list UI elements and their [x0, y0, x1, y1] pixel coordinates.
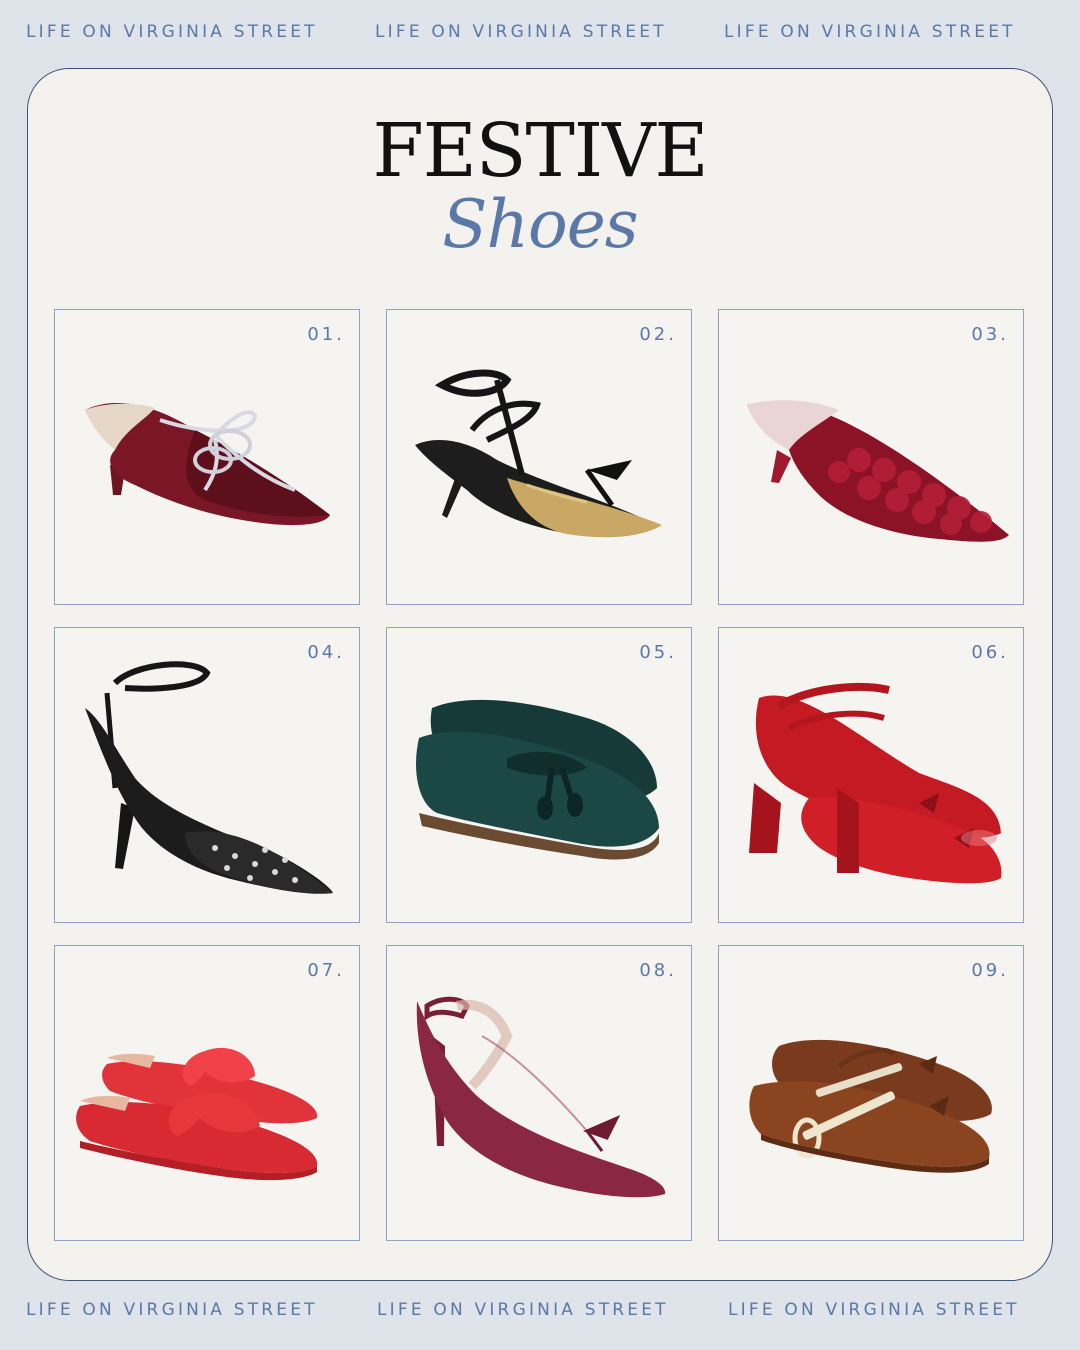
watermark-text: LIFE ON VIRGINIA STREET [377, 1300, 669, 1320]
product-tile-09[interactable]: 09. [718, 945, 1024, 1241]
red-bow-flat-mule-image [76, 1047, 318, 1181]
product-tile-07[interactable]: 07. [54, 945, 360, 1241]
product-tile-02[interactable]: 02. [386, 309, 692, 605]
red-sequin-mule-image [747, 400, 1009, 542]
top-watermark-banner: LIFE ON VIRGINIA STREET LIFE ON VIRGINIA… [0, 22, 1080, 62]
product-tile-06[interactable]: 06. [718, 627, 1024, 923]
watermark-text: LIFE ON VIRGINIA STREET [26, 1300, 318, 1320]
green-velvet-loafer-image [416, 699, 659, 860]
page-title: FESTIVE [372, 108, 708, 194]
product-tile-08[interactable]: 08. [386, 945, 692, 1241]
watermark-text: LIFE ON VIRGINIA STREET [724, 22, 1016, 42]
burgundy-mesh-slingback-image [416, 996, 666, 1198]
product-tile-04[interactable]: 04. [54, 627, 360, 923]
black-beaded-heel-image [85, 661, 333, 894]
watermark-text: LIFE ON VIRGINIA STREET [26, 22, 318, 42]
bottom-watermark-banner: LIFE ON VIRGINIA STREET LIFE ON VIRGINIA… [0, 1300, 1080, 1340]
brown-suede-ballet-flat-image [749, 1039, 992, 1173]
watermark-text: LIFE ON VIRGINIA STREET [728, 1300, 1020, 1320]
product-tile-01[interactable]: 01. [54, 309, 360, 605]
product-tile-05[interactable]: 05. [386, 627, 692, 923]
watermark-text: LIFE ON VIRGINIA STREET [375, 22, 667, 42]
gold-glitter-pump-image [415, 369, 662, 538]
burgundy-bow-mule-image [85, 402, 330, 526]
red-patent-mary-jane-image [749, 682, 1002, 884]
product-tile-03[interactable]: 03. [718, 309, 1024, 605]
page-subtitle: Shoes [442, 186, 638, 263]
